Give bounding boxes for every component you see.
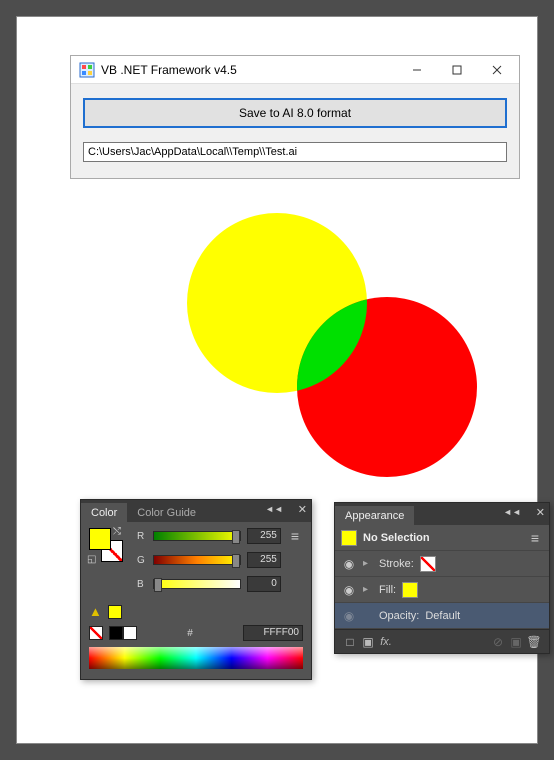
appearance-panel-tabs: Appearance ◄◄ ✕ xyxy=(335,503,549,525)
color-panel: Color Color Guide ◄◄ ✕ ⤭ ◱ R 255 xyxy=(80,499,312,680)
opacity-label: Opacity: xyxy=(379,610,419,622)
collapse-icon[interactable]: ◄◄ xyxy=(265,504,283,514)
g-label: G xyxy=(137,555,147,566)
gamut-swatch[interactable] xyxy=(108,605,122,619)
g-value[interactable]: 255 xyxy=(247,552,281,568)
hex-label: # xyxy=(187,628,193,639)
b-slider[interactable] xyxy=(153,579,241,589)
appearance-row-stroke[interactable]: ◉ ▸ Stroke: xyxy=(335,551,549,577)
white-swatch[interactable] xyxy=(123,626,137,640)
expand-icon[interactable]: ▸ xyxy=(363,584,373,595)
tab-color-guide[interactable]: Color Guide xyxy=(127,503,206,522)
opacity-value: Default xyxy=(425,610,460,622)
visibility-icon[interactable]: ◉ xyxy=(341,557,357,571)
clear-icon[interactable]: ⊘ xyxy=(489,635,507,649)
default-fill-stroke-icon[interactable]: ◱ xyxy=(87,554,96,565)
delete-icon[interactable]: 🗑 xyxy=(525,635,543,649)
tab-color[interactable]: Color xyxy=(81,503,127,522)
appearance-panel: Appearance ◄◄ ✕ No Selection ≡ ◉ ▸ Strok… xyxy=(334,502,550,654)
b-label: B xyxy=(137,579,147,590)
black-swatch[interactable] xyxy=(109,626,123,640)
swap-fill-stroke-icon[interactable]: ⤭ xyxy=(113,526,121,537)
visibility-icon[interactable]: ◉ xyxy=(341,583,357,597)
b-value[interactable]: 0 xyxy=(247,576,281,592)
fill-stroke-swatch[interactable]: ⤭ ◱ xyxy=(89,528,125,564)
fill-swatch[interactable] xyxy=(402,582,418,598)
duplicate-icon[interactable]: ▣ xyxy=(507,635,525,649)
r-slider[interactable] xyxy=(153,531,241,541)
appearance-footer: □ ▣ fx. ⊘ ▣ 🗑 xyxy=(335,629,549,653)
panel-menu-icon[interactable]: ≡ xyxy=(287,528,303,544)
close-panel-icon[interactable]: ✕ xyxy=(298,503,307,516)
gamut-warning-icon[interactable]: ▲ xyxy=(89,604,102,619)
appearance-row-opacity[interactable]: ◉ ▸ Opacity: Default xyxy=(335,603,549,629)
new-art-icon[interactable]: □ xyxy=(341,635,359,649)
hex-input[interactable]: FFFF00 xyxy=(243,625,303,641)
fx-icon[interactable]: fx. xyxy=(377,636,395,648)
color-spectrum[interactable] xyxy=(89,647,303,669)
selection-swatch xyxy=(341,530,357,546)
layer-icon[interactable]: ▣ xyxy=(359,635,377,649)
close-panel-icon[interactable]: ✕ xyxy=(536,506,545,519)
document-canvas: VB .NET Framework v4.5 Save to AI 8.0 fo… xyxy=(16,16,538,744)
fill-label: Fill: xyxy=(379,584,396,596)
appearance-row-selection: No Selection ≡ xyxy=(335,525,549,551)
appearance-row-fill[interactable]: ◉ ▸ Fill: xyxy=(335,577,549,603)
fill-swatch[interactable] xyxy=(89,528,111,550)
color-panel-tabs: Color Color Guide ◄◄ ✕ xyxy=(81,500,311,522)
expand-icon[interactable]: ▸ xyxy=(363,558,373,569)
collapse-icon[interactable]: ◄◄ xyxy=(503,507,521,517)
panel-menu-icon[interactable]: ≡ xyxy=(527,530,543,546)
r-label: R xyxy=(137,531,147,542)
visibility-icon[interactable]: ◉ xyxy=(341,609,357,623)
g-slider[interactable] xyxy=(153,555,241,565)
none-swatch[interactable] xyxy=(89,626,103,640)
r-value[interactable]: 255 xyxy=(247,528,281,544)
tab-appearance[interactable]: Appearance xyxy=(335,506,414,525)
stroke-swatch[interactable] xyxy=(420,556,436,572)
stroke-label: Stroke: xyxy=(379,558,414,570)
no-selection-label: No Selection xyxy=(363,532,430,544)
